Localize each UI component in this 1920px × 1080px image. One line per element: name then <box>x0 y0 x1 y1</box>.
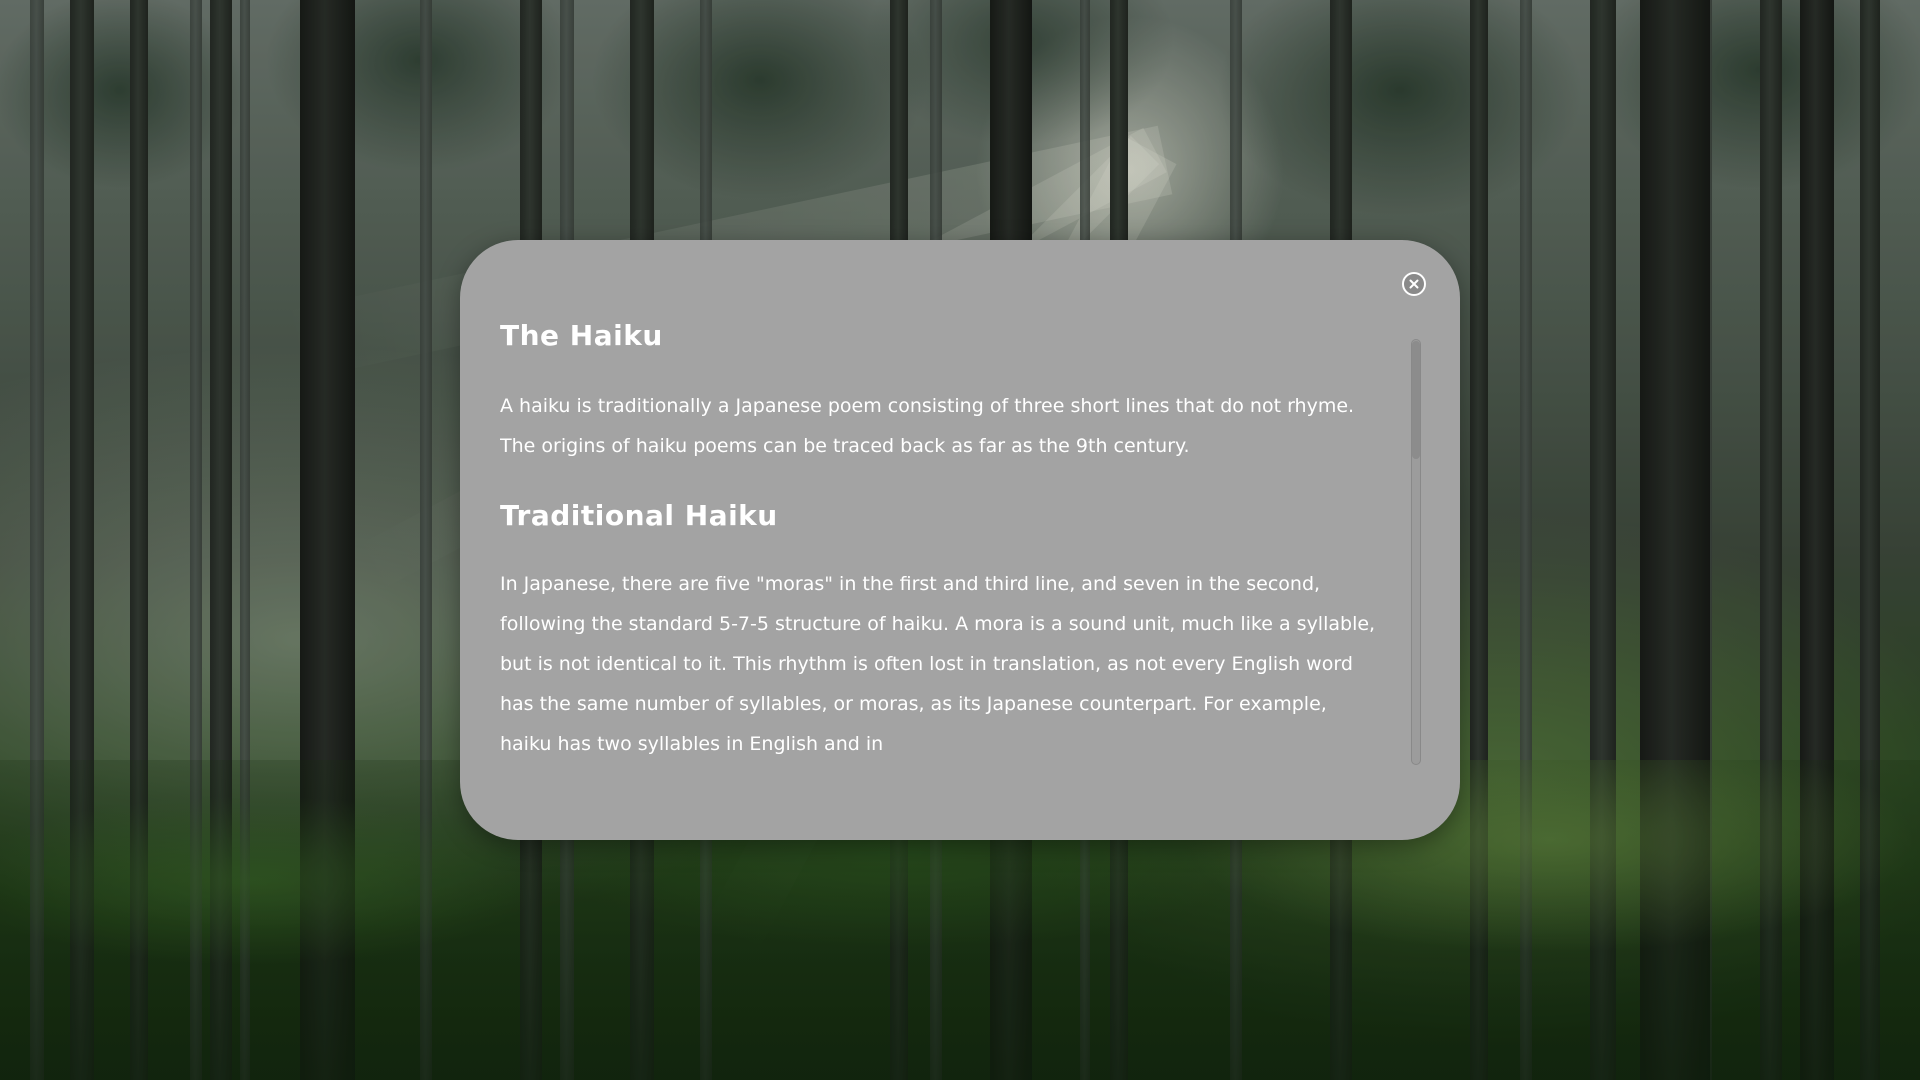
section-heading-traditional-haiku: Traditional Haiku <box>500 499 778 532</box>
haiku-dialog: The Haiku A haiku is traditionally a Jap… <box>460 240 1460 840</box>
close-button[interactable] <box>1402 272 1426 296</box>
scrollbar-track[interactable] <box>1411 339 1421 765</box>
section-paragraph-intro: A haiku is traditionally a Japanese poem… <box>500 395 1355 457</box>
section-heading-the-haiku: The Haiku <box>500 320 663 352</box>
dialog-content[interactable]: The Haiku A haiku is traditionally a Jap… <box>500 320 1380 770</box>
close-circle-icon <box>1408 278 1420 290</box>
section-paragraph-traditional: In Japanese, there are five "moras" in t… <box>500 573 1376 755</box>
scrollbar-thumb[interactable] <box>1412 341 1420 459</box>
